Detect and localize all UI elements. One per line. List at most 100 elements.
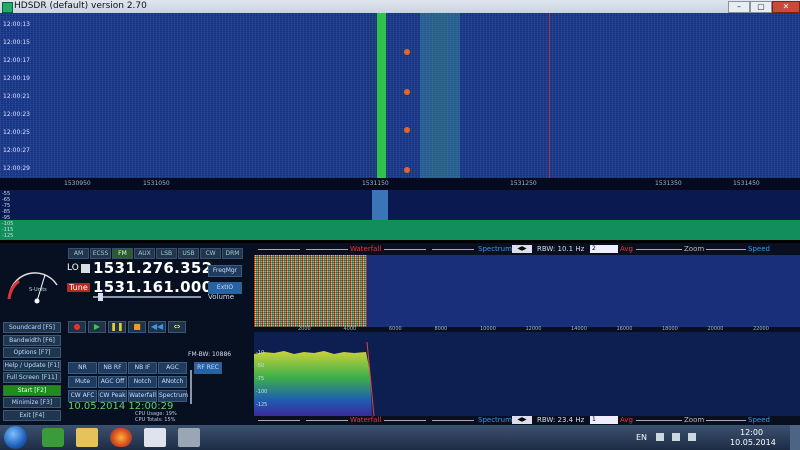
- app-icon: [2, 2, 13, 13]
- slider-track[interactable]: [384, 420, 426, 421]
- close-button[interactable]: ✕: [772, 1, 800, 13]
- mode-button-ecss[interactable]: ECSS: [90, 248, 111, 259]
- transport-button[interactable]: ◀◀: [148, 321, 166, 333]
- rf-rec-button[interactable]: RF REC: [194, 362, 222, 374]
- mode-button-lsb[interactable]: LSB: [156, 248, 177, 259]
- zoom-label: Zoom: [684, 245, 705, 253]
- dsp-button[interactable]: NB IF: [128, 362, 157, 374]
- clock-time[interactable]: 12:00: [740, 428, 763, 437]
- slider-track[interactable]: [306, 420, 348, 421]
- time-label: 12:00:21: [3, 93, 30, 100]
- frequency-axis: 1530950 1531050 1531150 1531250 1531350 …: [0, 178, 800, 190]
- mode-button-aux[interactable]: AUX: [134, 248, 155, 259]
- stepper[interactable]: ◀▶: [512, 416, 532, 424]
- rbw-label: RBW: 10.1 Hz: [537, 245, 585, 253]
- af-db-label: -125: [256, 402, 268, 408]
- slider-track[interactable]: [636, 249, 682, 250]
- s-units-label: S-Units: [29, 287, 47, 293]
- af-avg-label: Avg: [620, 416, 633, 424]
- dsp-button[interactable]: Mute: [68, 376, 97, 388]
- time-label: 12:00:27: [3, 147, 30, 154]
- af-waterfall[interactable]: [254, 255, 800, 327]
- mode-button-cw[interactable]: CW: [200, 248, 221, 259]
- fm-bandwidth: FM-BW: 10886: [188, 351, 232, 358]
- start-button[interactable]: [4, 426, 27, 449]
- lo-lock-icon[interactable]: [81, 264, 90, 273]
- slider-track[interactable]: [636, 420, 682, 421]
- volume-label: Volume: [208, 293, 235, 301]
- marker-dot: [404, 49, 410, 55]
- slider-track[interactable]: [258, 420, 300, 421]
- tune-marker: [549, 13, 550, 178]
- tune-label: Tune: [67, 283, 90, 292]
- language-indicator[interactable]: EN: [636, 433, 647, 442]
- side-button[interactable]: Bandwidth [F6]: [3, 334, 61, 346]
- side-button[interactable]: Start [F2]: [3, 384, 61, 396]
- dsp-button[interactable]: AGC: [158, 362, 187, 374]
- app-icon-white[interactable]: [144, 428, 166, 447]
- lo-frequency[interactable]: 1531.276.352: [93, 259, 212, 277]
- explorer-icon[interactable]: [76, 428, 98, 447]
- transport-button[interactable]: ▶: [88, 321, 106, 333]
- minimize-button[interactable]: –: [728, 1, 750, 13]
- freq-tick: 1531250: [510, 180, 537, 187]
- rf-spectrum[interactable]: -55 -65 -75 -85 -95 -105 -115 -125: [0, 190, 800, 240]
- af-zoom-label: Zoom: [684, 416, 705, 424]
- show-desktop-button[interactable]: [790, 425, 800, 450]
- dsp-button[interactable]: NB RF: [98, 362, 127, 374]
- dsp-button[interactable]: ANotch: [158, 376, 187, 388]
- window-title: HDSDR (default) version 2.70: [14, 1, 147, 11]
- side-button[interactable]: Full Screen [F11]: [3, 372, 61, 383]
- mode-button-drm[interactable]: DRM: [222, 248, 243, 259]
- main-waterfall[interactable]: 12:00:13 12:00:15 12:00:17 12:00:19 12:00:21…: [0, 13, 800, 178]
- taskbar: EN 12:00 10.05.2014: [0, 425, 800, 450]
- side-button[interactable]: Minimize [F3]: [3, 397, 61, 408]
- fm-bw-slider[interactable]: [190, 370, 192, 404]
- af-waterfall-label: Waterfall: [350, 416, 382, 424]
- side-button[interactable]: Exit [F4]: [3, 409, 61, 421]
- dsp-button[interactable]: NR: [68, 362, 97, 374]
- lo-label: LO: [67, 263, 79, 273]
- firefox-icon[interactable]: [110, 428, 132, 447]
- transport-button[interactable]: ❚❚: [108, 321, 126, 333]
- dsp-button[interactable]: Notch: [128, 376, 157, 388]
- tray-icon[interactable]: [656, 433, 664, 441]
- utorrent-icon[interactable]: [42, 428, 64, 447]
- slider-track[interactable]: [706, 420, 746, 421]
- network-icon[interactable]: [672, 433, 680, 441]
- paint-icon[interactable]: [178, 428, 200, 447]
- af-rbw-select[interactable]: 1: [590, 416, 618, 424]
- rbw-select[interactable]: 2: [590, 245, 618, 253]
- transport-button[interactable]: ●: [68, 321, 86, 333]
- af-control-row: Waterfall Spectrum ◀▶ RBW: 23.4 Hz 1 Avg…: [254, 416, 800, 425]
- af-rbw-label: RBW: 23.4 Hz: [537, 416, 585, 424]
- transport-button[interactable]: ■: [128, 321, 146, 333]
- clock-date[interactable]: 10.05.2014: [730, 438, 776, 447]
- slider-track[interactable]: [432, 249, 474, 250]
- tune-frequency[interactable]: 1531.161.000: [93, 278, 212, 296]
- side-button[interactable]: Help / Update [F1]: [3, 359, 61, 371]
- waterfall-label: Waterfall: [350, 245, 382, 253]
- volume-icon[interactable]: [688, 433, 696, 441]
- slider-track[interactable]: [706, 249, 746, 250]
- slider-track[interactable]: [306, 249, 348, 250]
- slider-track[interactable]: [432, 420, 474, 421]
- slider-track[interactable]: [384, 249, 426, 250]
- slider-track[interactable]: [258, 249, 300, 250]
- dsp-button[interactable]: AGC Off: [98, 376, 127, 388]
- transport-button[interactable]: ⇔: [168, 321, 186, 333]
- maximize-button[interactable]: ▢: [750, 1, 772, 13]
- af-db-label: -75: [256, 376, 265, 382]
- stepper[interactable]: ◀▶: [512, 245, 532, 253]
- mode-button-am[interactable]: AM: [68, 248, 89, 259]
- mode-button-usb[interactable]: USB: [178, 248, 199, 259]
- mode-button-fm[interactable]: FM: [112, 248, 133, 259]
- volume-slider[interactable]: [93, 296, 201, 298]
- af-spectrum[interactable]: -10 -50 -75 -100 -125: [254, 332, 800, 416]
- side-button[interactable]: Options [F7]: [3, 347, 61, 358]
- spectrum-label: Spectrum: [478, 245, 512, 253]
- speed-label: Speed: [748, 245, 770, 253]
- volume-handle[interactable]: [98, 293, 103, 301]
- freq-manager-button[interactable]: FreqMgr: [208, 265, 242, 277]
- side-button[interactable]: Soundcard [F5]: [3, 322, 61, 333]
